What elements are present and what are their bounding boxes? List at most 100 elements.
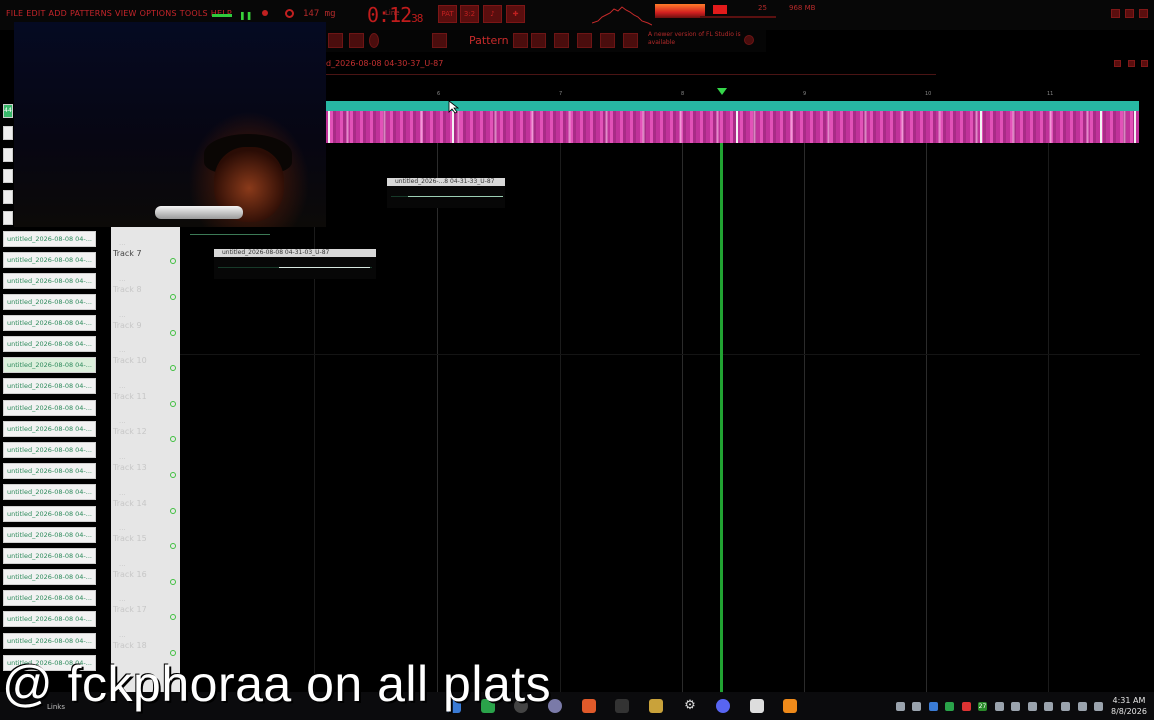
track-menu-dots[interactable]: ... xyxy=(119,489,126,497)
track-header-8[interactable]: ... Track 8 xyxy=(111,275,180,315)
maximize-icon[interactable] xyxy=(1125,9,1134,18)
browser-file-item[interactable]: untitled_2026-08-08 04-... xyxy=(3,252,96,268)
tray-icon[interactable] xyxy=(945,702,954,711)
track-menu-dots[interactable]: ... xyxy=(119,346,126,354)
audio-clip-b[interactable]: untitled_2026-08-08 04-31-03_U-87 xyxy=(214,249,376,279)
tray-icon[interactable] xyxy=(1028,702,1037,711)
tray-icon[interactable] xyxy=(929,702,938,711)
playlist-minimize-icon[interactable] xyxy=(1114,60,1121,67)
browser-tab[interactable] xyxy=(3,211,13,225)
browser-file-item[interactable]: untitled_2026-08-08 04-... xyxy=(3,378,96,394)
track-mute-led[interactable] xyxy=(170,508,176,514)
discord-icon[interactable] xyxy=(716,699,730,713)
track-menu-dots[interactable]: ... xyxy=(119,311,126,319)
browser-file-item[interactable]: untitled_2026-08-08 04-... xyxy=(3,548,96,564)
track-menu-dots[interactable]: ... xyxy=(119,382,126,390)
snap-icon[interactable] xyxy=(369,33,379,48)
browser-file-item[interactable]: untitled_2026-08-08 04-... xyxy=(3,484,96,500)
browser-file-item[interactable]: untitled_2026-08-08 04-... xyxy=(3,231,96,247)
update-notice[interactable]: A newer version of FL Studio is availabl… xyxy=(648,31,748,47)
track-mute-led[interactable] xyxy=(170,258,176,264)
prev-pattern-icon[interactable] xyxy=(432,33,447,48)
pause-icon[interactable]: ❚❚ xyxy=(239,11,252,20)
menu-options[interactable]: OPTIONS xyxy=(140,9,177,18)
browser-file-item[interactable]: untitled_2026-08-08 04-... xyxy=(3,442,96,458)
close-icon[interactable] xyxy=(1139,9,1148,18)
record-button[interactable] xyxy=(285,9,294,18)
wifi-icon[interactable] xyxy=(1078,702,1087,711)
minimize-icon[interactable] xyxy=(1111,9,1120,18)
track-menu-dots[interactable]: ... xyxy=(119,275,126,283)
browser-tab[interactable] xyxy=(3,169,13,183)
fl-logo-icon[interactable] xyxy=(744,35,754,45)
track-menu-dots[interactable]: ... xyxy=(119,524,126,532)
browser-icon[interactable] xyxy=(623,33,638,48)
browser-file-item[interactable]: untitled_2026-08-08 04-... xyxy=(3,463,96,479)
tempo-display[interactable]: 147 mg xyxy=(303,9,336,19)
wait-button[interactable]: ✚ xyxy=(506,5,525,23)
mic-tray-icon[interactable] xyxy=(1061,702,1070,711)
brave-icon[interactable] xyxy=(582,699,596,713)
snap-button[interactable]: 3:2 xyxy=(460,5,479,23)
track-menu-dots[interactable]: ... xyxy=(119,631,126,639)
channel-rack-icon[interactable] xyxy=(554,33,569,48)
track-mute-led[interactable] xyxy=(170,436,176,442)
tray-icon[interactable] xyxy=(912,702,921,711)
browser-tab[interactable] xyxy=(3,148,13,162)
audio-clip-a[interactable]: untitled_2026-...8 04-31-33_U-87 xyxy=(387,178,505,208)
browser-file-item[interactable]: untitled_2026-08-08 04-... xyxy=(3,421,96,437)
track-mute-led[interactable] xyxy=(170,614,176,620)
tray-icon[interactable] xyxy=(1011,702,1020,711)
menu-tools[interactable]: TOOLS xyxy=(180,9,208,18)
fl-studio-icon[interactable] xyxy=(783,699,797,713)
app-icon[interactable] xyxy=(649,699,663,713)
volume-icon[interactable] xyxy=(1094,702,1103,711)
arrow-left-icon[interactable] xyxy=(328,33,343,48)
tray-icon[interactable] xyxy=(962,702,971,711)
browser-tab[interactable] xyxy=(3,126,13,140)
audio-clip-waveform[interactable] xyxy=(326,111,1139,143)
track-header-17[interactable]: ... Track 17 xyxy=(111,595,180,635)
playlist-close-icon[interactable] xyxy=(1141,60,1148,67)
browser-file-item[interactable]: untitled_2026-08-08 04-... xyxy=(3,633,96,649)
clip-fragment[interactable] xyxy=(190,234,270,235)
mixer-icon[interactable] xyxy=(600,33,615,48)
track-mute-led[interactable] xyxy=(170,543,176,549)
track-menu-dots[interactable]: ... xyxy=(119,453,126,461)
playhead-marker-icon[interactable] xyxy=(717,88,727,95)
piano-roll-icon[interactable] xyxy=(577,33,592,48)
taskbar-clock[interactable]: 4:31 AM 8/8/2026 xyxy=(1111,695,1147,717)
track-menu-dots[interactable]: ... xyxy=(119,595,126,603)
browser-file-item[interactable]: untitled_2026-08-08 04-... xyxy=(3,273,96,289)
snap-mode-label[interactable]: Line xyxy=(385,9,400,17)
track-header-12[interactable]: ... Track 12 xyxy=(111,417,180,457)
app-icon[interactable] xyxy=(615,699,629,713)
browser-file-item[interactable]: untitled_2026-08-08 04-... xyxy=(3,611,96,627)
menu-view[interactable]: VIEW xyxy=(115,9,137,18)
next-pattern-icon[interactable] xyxy=(513,33,528,48)
playlist-maximize-icon[interactable] xyxy=(1128,60,1135,67)
track-mute-led[interactable] xyxy=(170,579,176,585)
menu-patterns[interactable]: PATTERNS xyxy=(70,9,112,18)
browser-tab[interactable] xyxy=(3,190,13,204)
browser-file-item[interactable]: untitled_2026-08-08 04-... xyxy=(3,527,96,543)
stop-icon[interactable] xyxy=(262,10,268,16)
pattern-song-toggle[interactable]: PAT xyxy=(438,5,457,23)
playlist-view-icon[interactable] xyxy=(531,33,546,48)
browser-file-item[interactable]: untitled_2026-08-08 04-... xyxy=(3,400,96,416)
browser-file-item-selected[interactable]: untitled_2026-08-08 04-... xyxy=(3,357,96,373)
tray-icon[interactable] xyxy=(896,702,905,711)
track-menu-dots[interactable]: ... xyxy=(119,239,126,247)
track-header-7[interactable]: ... Track 7 xyxy=(111,239,180,279)
track-mute-led[interactable] xyxy=(170,472,176,478)
browser-file-item[interactable]: untitled_2026-08-08 04-... xyxy=(3,315,96,331)
browser-file-item[interactable]: untitled_2026-08-08 04-... xyxy=(3,506,96,522)
menu-edit[interactable]: EDIT xyxy=(26,9,45,18)
master-volume-slider[interactable] xyxy=(700,16,776,18)
metronome-button[interactable]: ♪ xyxy=(483,5,502,23)
browser-file-item[interactable]: untitled_2026-08-08 04-... xyxy=(3,590,96,606)
mic-icon[interactable] xyxy=(349,33,364,48)
browser-file-item[interactable]: untitled_2026-08-08 04-... xyxy=(3,336,96,352)
menu-file[interactable]: FILE xyxy=(6,9,23,18)
track-mute-led[interactable] xyxy=(170,294,176,300)
